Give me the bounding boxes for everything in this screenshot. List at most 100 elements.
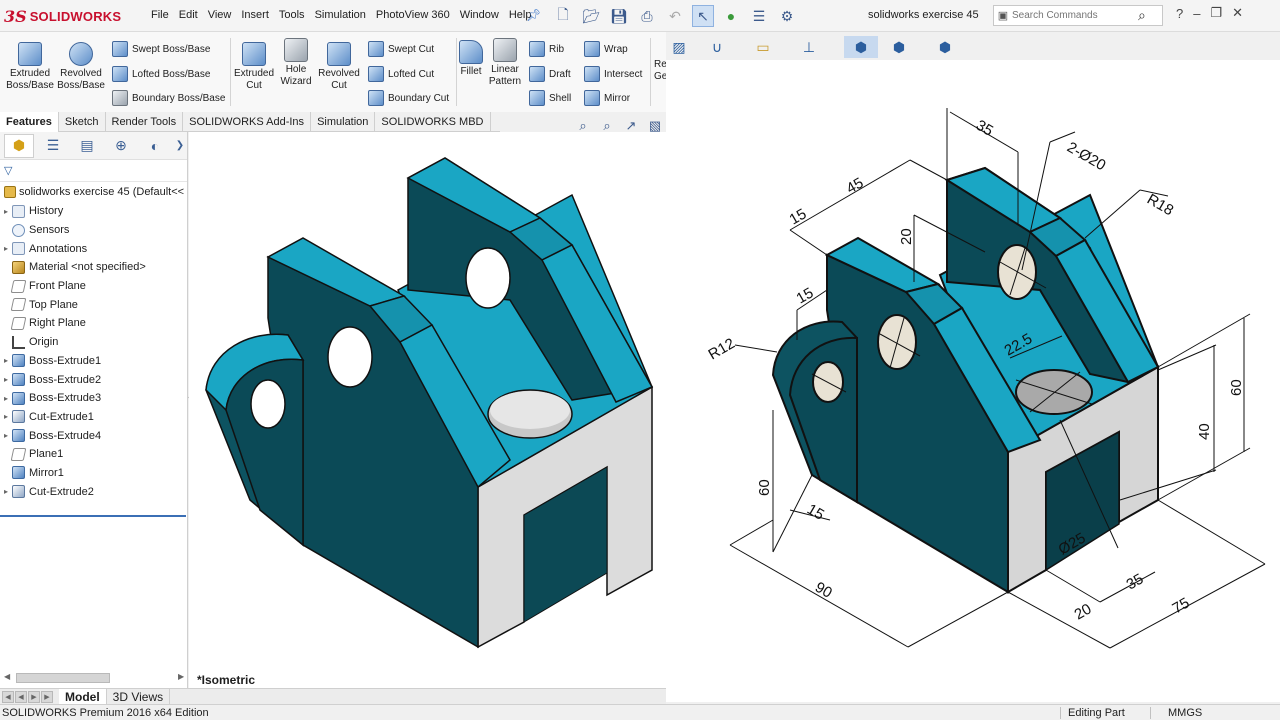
search-commands-box[interactable]: ▣ ⌕ (993, 5, 1163, 26)
menu-view[interactable]: View (203, 9, 237, 21)
search-input[interactable] (1012, 10, 1136, 21)
tree-item-boss-extrude2[interactable]: ▸ Boss-Extrude2 (0, 370, 187, 389)
display-manager-tab-icon[interactable]: ◐ (140, 134, 170, 158)
boundary-cut-button[interactable]: Boundary Cut (368, 89, 449, 107)
graphics-area[interactable] (189, 132, 666, 688)
tree-item-boss-extrude3[interactable]: ▸ Boss-Extrude3 (0, 389, 187, 408)
expand-arrow-icon[interactable]: ▸ (0, 207, 12, 216)
tree-item-cut-extrude1[interactable]: ▸ Cut-Extrude1 (0, 408, 187, 427)
measure-icon[interactable]: ▭ (752, 36, 774, 58)
tree-item-sensors[interactable]: Sensors (0, 221, 187, 240)
open-file-icon[interactable]: 📂︎ (580, 5, 602, 27)
menu-photoview[interactable]: PhotoView 360 (371, 9, 455, 21)
restore-icon[interactable]: ❐ (1210, 5, 1222, 21)
lofted-cut-button[interactable]: Lofted Cut (368, 65, 434, 83)
tree-item-front-plane[interactable]: Front Plane (0, 277, 187, 296)
save-icon[interactable]: 💾︎ (608, 5, 630, 27)
tab-sketch[interactable]: Sketch (59, 112, 106, 132)
tree-item-boss-extrude4[interactable]: ▸ Boss-Extrude4 (0, 426, 187, 445)
linear-pattern-button[interactable]: Linear Pattern (481, 38, 529, 88)
undo-icon[interactable]: ↶ (664, 5, 686, 27)
configuration-manager-tab-icon[interactable]: ▤ (72, 134, 102, 158)
view-cube-2-icon[interactable]: ⬢ (934, 36, 956, 58)
draft-button[interactable]: Draft (529, 65, 571, 83)
menu-window[interactable]: Window (455, 9, 504, 21)
swept-boss-button[interactable]: Swept Boss/Base (112, 40, 210, 58)
scrollbar-thumb[interactable] (16, 673, 110, 683)
menu-file[interactable]: File (146, 9, 174, 21)
pin-icon[interactable]: 📌︎ (526, 8, 541, 22)
options-gear-icon[interactable]: ⚙ (776, 5, 798, 27)
filter-icon[interactable]: ▽ (0, 160, 187, 182)
rib-button[interactable]: Rib (529, 40, 564, 58)
wrap-button[interactable]: Wrap (584, 40, 628, 58)
expand-arrow-icon[interactable]: ▸ (0, 412, 12, 421)
first-tab-icon[interactable]: ◀ (2, 690, 14, 703)
print-icon[interactable]: ⎙ (636, 5, 658, 27)
tree-item-history[interactable]: ▸ History (0, 202, 187, 221)
revolved-boss-button[interactable]: Revolved Boss/Base (57, 42, 105, 92)
feature-manager-tab-icon[interactable]: ⬢ (4, 133, 34, 158)
intersect-button[interactable]: Intersect (584, 65, 642, 83)
scroll-left-icon[interactable]: ◀ (4, 672, 10, 681)
extruded-boss-button[interactable]: Extruded Boss/Base (6, 42, 54, 92)
expand-arrow-icon[interactable]: ▸ (0, 431, 12, 440)
menu-tools[interactable]: Tools (274, 9, 310, 21)
dimxpert-tab-icon[interactable]: ⊕ (106, 134, 136, 158)
tab-3d-views[interactable]: 3D Views (107, 688, 171, 705)
mirror-button[interactable]: Mirror (584, 89, 630, 107)
boundary-boss-button[interactable]: Boundary Boss/Base (112, 89, 225, 107)
isometric-view-icon[interactable]: ⬢ (844, 36, 878, 58)
curves-icon[interactable]: ▨ (668, 36, 690, 58)
select-arrow-icon[interactable]: ↖ (692, 5, 714, 27)
minimize-icon[interactable]: – (1193, 6, 1200, 21)
search-icon[interactable]: ⌕ (1138, 7, 1146, 24)
part-root-node[interactable]: solidworks exercise 45 (Default<< (0, 182, 187, 202)
expand-arrow-icon[interactable]: ▸ (0, 394, 12, 403)
tree-item-cut-extrude2[interactable]: ▸ Cut-Extrude2 (0, 482, 187, 501)
expand-arrow-icon[interactable]: ▸ (0, 375, 12, 384)
expand-arrow-icon[interactable]: ▸ (0, 244, 12, 253)
tab-simulation[interactable]: Simulation (311, 112, 376, 132)
view-cube-icon[interactable]: ⬢ (888, 36, 910, 58)
instant3d-icon[interactable]: ∪ (706, 36, 728, 58)
horizontal-scrollbar[interactable]: ◀ ▶ (4, 671, 184, 685)
tree-item-annotations[interactable]: ▸ Annotations (0, 239, 187, 258)
tree-item-material-not-specified[interactable]: Material <not specified> (0, 258, 187, 277)
tab-addins[interactable]: SOLIDWORKS Add-Ins (183, 112, 312, 132)
tab-mbd[interactable]: SOLIDWORKS MBD (375, 112, 491, 132)
tree-item-right-plane[interactable]: Right Plane (0, 314, 187, 333)
tab-render-tools[interactable]: Render Tools (106, 112, 184, 132)
help-icon[interactable]: ? (1176, 6, 1183, 21)
tree-item-plane1[interactable]: Plane1 (0, 445, 187, 464)
file-properties-icon[interactable]: ☰ (748, 5, 770, 27)
tab-model[interactable]: Model (59, 688, 107, 705)
shell-button[interactable]: Shell (529, 89, 571, 107)
unit-system-label[interactable]: MMGS (1168, 707, 1202, 719)
last-tab-icon[interactable]: ▶ (41, 690, 53, 703)
solidworks-logo[interactable]: 3S SOLIDWORKS (4, 5, 121, 27)
part-model-3d[interactable] (189, 132, 666, 688)
menu-edit[interactable]: Edit (174, 9, 203, 21)
tree-item-mirror1[interactable]: Mirror1 (0, 464, 187, 483)
tree-item-top-plane[interactable]: Top Plane (0, 295, 187, 314)
reference-axis-icon[interactable]: ⊥ (798, 36, 820, 58)
expand-arrow-icon[interactable]: ▸ (0, 487, 12, 496)
tree-item-origin[interactable]: Origin (0, 333, 187, 352)
menu-insert[interactable]: Insert (236, 9, 274, 21)
swept-cut-button[interactable]: Swept Cut (368, 40, 434, 58)
next-tab-icon[interactable]: ▶ (28, 690, 40, 703)
tree-item-boss-extrude1[interactable]: ▸ Boss-Extrude1 (0, 352, 187, 371)
close-icon[interactable]: ✕ (1232, 5, 1243, 21)
revolved-cut-button[interactable]: Revolved Cut (315, 42, 363, 92)
property-manager-tab-icon[interactable]: ☰ (38, 134, 68, 158)
new-file-icon[interactable]: 🗋 (552, 5, 574, 27)
extruded-cut-button[interactable]: Extruded Cut (230, 42, 278, 92)
scroll-right-icon[interactable]: ▶ (178, 672, 184, 681)
lofted-boss-button[interactable]: Lofted Boss/Base (112, 65, 210, 83)
rebuild-icon[interactable]: ● (720, 5, 742, 27)
rollback-bar[interactable] (0, 515, 186, 517)
menu-simulation[interactable]: Simulation (310, 9, 371, 21)
expand-arrow-icon[interactable]: ▸ (0, 356, 12, 365)
chevron-right-icon[interactable]: ❯ (174, 134, 186, 158)
